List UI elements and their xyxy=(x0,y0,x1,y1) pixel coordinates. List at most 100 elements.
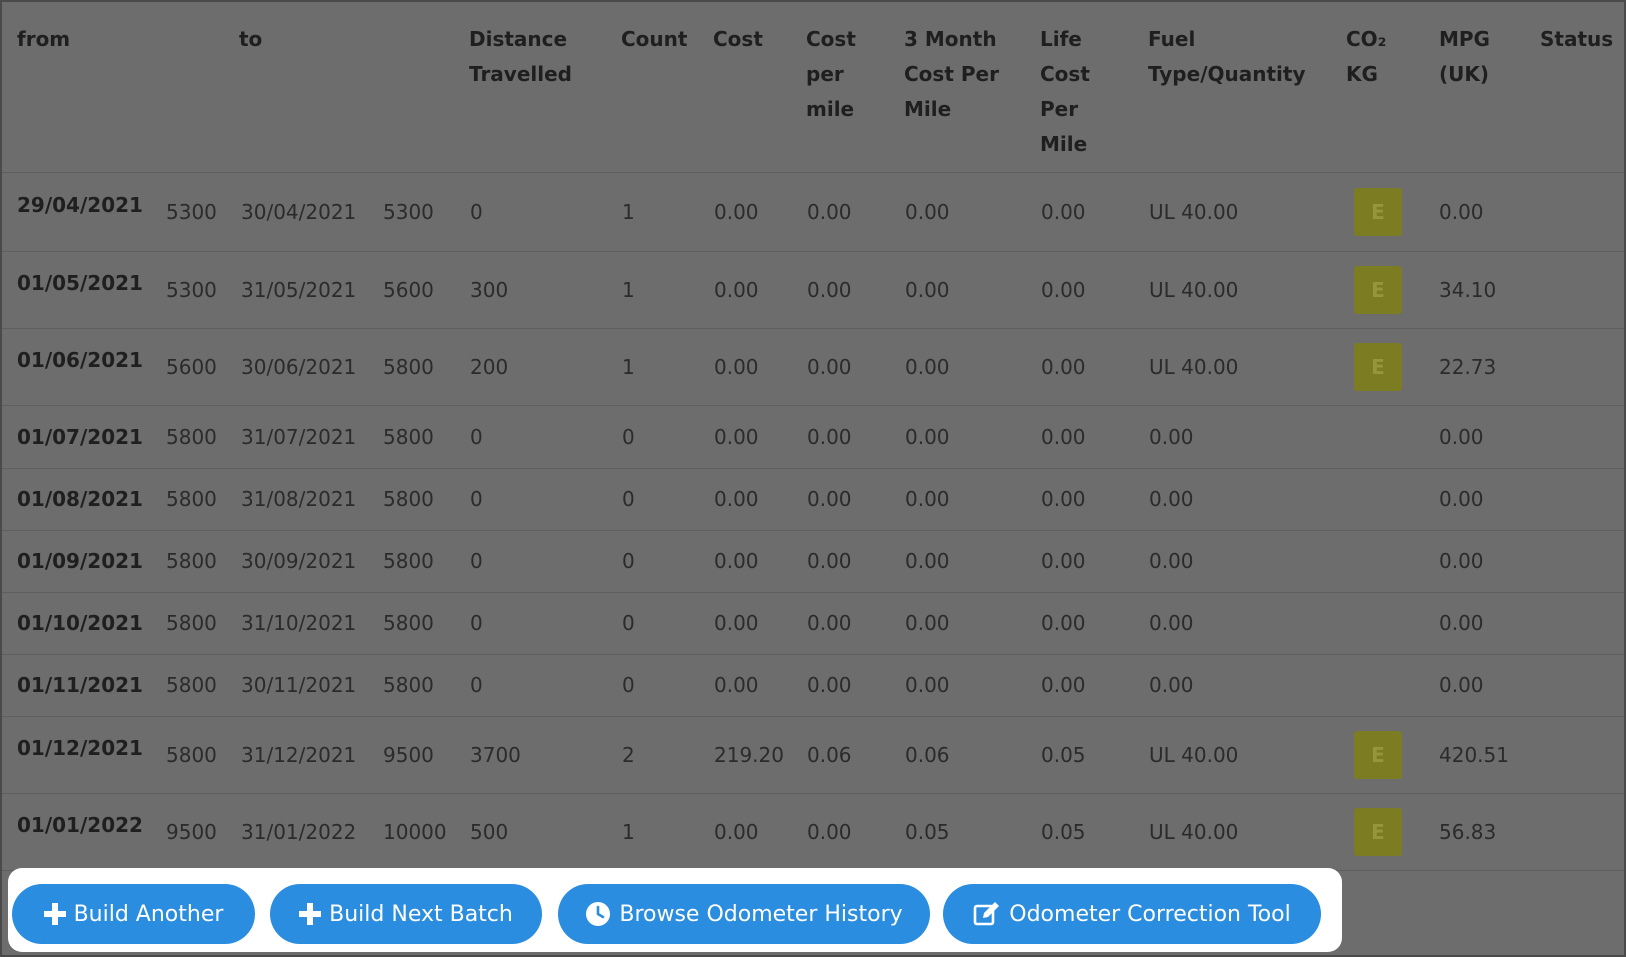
life-cost: 0.00 xyxy=(1041,549,1086,573)
mpg: 34.10 xyxy=(1439,278,1497,302)
to-date: 31/08/2021 xyxy=(241,487,357,511)
table-row: 01/12/2021 5800 31/12/2021 9500 3700 2 219.20 0… xyxy=(2,716,1624,794)
mpg: 420.51 xyxy=(1439,743,1509,767)
life-cost: 0.00 xyxy=(1041,278,1086,302)
cost: 0.00 xyxy=(714,820,759,844)
cost: 0.00 xyxy=(714,355,759,379)
to-date: 30/11/2021 xyxy=(241,673,357,697)
header-3-month-cost: 3 Month Cost Per Mile xyxy=(904,27,999,121)
fuel-quantity: UL 40.00 xyxy=(1149,820,1239,844)
table-header: from to Distance Travelled Count Cost Co… xyxy=(2,2,1624,173)
table-row: 01/08/2021 5800 31/08/2021 5800 0 0 0.00 0.00 0.… xyxy=(2,468,1624,531)
mpg: 56.83 xyxy=(1439,820,1497,844)
plus-icon xyxy=(299,903,322,925)
cost: 0.00 xyxy=(714,425,759,449)
cost: 0.00 xyxy=(714,611,759,635)
action-bar: Build Another Build Next Batch Browse Od… xyxy=(8,868,1342,952)
three-month-cost: 0.00 xyxy=(905,200,950,224)
from-odometer: 5800 xyxy=(166,743,217,767)
three-month-cost: 0.00 xyxy=(905,355,950,379)
from-odometer: 5800 xyxy=(166,487,217,511)
table-row: 01/05/2021 5300 31/05/2021 5600 300 1 0.00 0.00… xyxy=(2,251,1624,329)
distance: 300 xyxy=(470,278,509,302)
to-odometer: 5600 xyxy=(383,278,434,302)
life-cost: 0.00 xyxy=(1041,673,1086,697)
from-date: 01/10/2021 xyxy=(17,611,143,635)
life-cost: 0.05 xyxy=(1041,820,1086,844)
to-date: 31/12/2021 xyxy=(241,743,357,767)
odometer-correction-tool-button[interactable]: Odometer Correction Tool xyxy=(943,884,1321,944)
edit-icon xyxy=(973,901,1001,927)
mpg: 0.00 xyxy=(1439,611,1484,635)
three-month-cost: 0.00 xyxy=(905,673,950,697)
build-another-button[interactable]: Build Another xyxy=(12,884,255,944)
to-odometer: 5800 xyxy=(383,487,434,511)
build-next-batch-label: Build Next Batch xyxy=(329,901,513,927)
cost: 0.00 xyxy=(714,487,759,511)
fuel-quantity: UL 40.00 xyxy=(1149,743,1239,767)
to-odometer: 5800 xyxy=(383,673,434,697)
cost: 0.00 xyxy=(714,549,759,573)
life-cost: 0.00 xyxy=(1041,425,1086,449)
cost-per-mile: 0.00 xyxy=(807,549,852,573)
co2-rating-badge: E xyxy=(1354,266,1402,314)
three-month-cost: 0.00 xyxy=(905,549,950,573)
from-odometer: 5300 xyxy=(166,200,217,224)
fuel-quantity: 0.00 xyxy=(1149,425,1194,449)
distance: 0 xyxy=(470,425,483,449)
cost-per-mile: 0.00 xyxy=(807,200,852,224)
header-life-cost: Life Cost Per Mile xyxy=(1040,27,1090,156)
table-row: 01/11/2021 5800 30/11/2021 5800 0 0 0.00 0.00 0.… xyxy=(2,654,1624,717)
from-date: 01/09/2021 xyxy=(17,549,143,573)
plus-icon xyxy=(43,903,66,925)
distance: 200 xyxy=(470,355,509,379)
cost-per-mile: 0.00 xyxy=(807,611,852,635)
header-cost-per-mile: Cost per mile xyxy=(806,27,856,121)
build-next-batch-button[interactable]: Build Next Batch xyxy=(270,884,542,944)
browse-odometer-history-label: Browse Odometer History xyxy=(619,901,903,927)
from-date: 01/05/2021 xyxy=(17,271,143,295)
odometer-table-panel: from to Distance Travelled Count Cost Co… xyxy=(0,0,1626,957)
table-row: 29/04/2021 5300 30/04/2021 5300 0 1 0.00 0.00 0.… xyxy=(2,173,1624,252)
to-date: 31/01/2022 xyxy=(241,820,357,844)
three-month-cost: 0.05 xyxy=(905,820,950,844)
distance: 0 xyxy=(470,200,483,224)
co2-rating-badge: E xyxy=(1354,808,1402,856)
to-date: 30/06/2021 xyxy=(241,355,357,379)
from-odometer: 5600 xyxy=(166,355,217,379)
cost: 0.00 xyxy=(714,278,759,302)
cost-per-mile: 0.00 xyxy=(807,278,852,302)
three-month-cost: 0.00 xyxy=(905,611,950,635)
header-cost: Cost xyxy=(713,27,763,51)
browse-odometer-history-button[interactable]: Browse Odometer History xyxy=(558,884,930,944)
distance: 500 xyxy=(470,820,509,844)
header-status: Status xyxy=(1540,27,1614,51)
odometer-correction-tool-label: Odometer Correction Tool xyxy=(1009,901,1291,927)
table-row: 01/10/2021 5800 31/10/2021 5800 0 0 0.00 0.00 0.… xyxy=(2,592,1624,655)
count: 0 xyxy=(622,487,635,511)
cost-per-mile: 0.00 xyxy=(807,425,852,449)
fuel-quantity: 0.00 xyxy=(1149,611,1194,635)
life-cost: 0.00 xyxy=(1041,355,1086,379)
distance: 0 xyxy=(470,549,483,573)
header-co2: CO₂ KG xyxy=(1346,27,1387,86)
fuel-quantity: UL 40.00 xyxy=(1149,355,1239,379)
three-month-cost: 0.00 xyxy=(905,278,950,302)
cost-per-mile: 0.00 xyxy=(807,820,852,844)
from-odometer: 9500 xyxy=(166,820,217,844)
three-month-cost: 0.00 xyxy=(905,487,950,511)
co2-rating-badge: E xyxy=(1354,188,1402,236)
three-month-cost: 0.00 xyxy=(905,425,950,449)
from-odometer: 5800 xyxy=(166,425,217,449)
count: 2 xyxy=(622,743,635,767)
fuel-quantity: 0.00 xyxy=(1149,487,1194,511)
to-odometer: 5800 xyxy=(383,355,434,379)
cost: 0.00 xyxy=(714,673,759,697)
fuel-quantity: 0.00 xyxy=(1149,549,1194,573)
header-count: Count xyxy=(621,27,688,51)
cost-per-mile: 0.00 xyxy=(807,673,852,697)
to-date: 30/04/2021 xyxy=(241,200,357,224)
to-date: 30/09/2021 xyxy=(241,549,357,573)
fuel-quantity: UL 40.00 xyxy=(1149,278,1239,302)
to-date: 31/05/2021 xyxy=(241,278,357,302)
